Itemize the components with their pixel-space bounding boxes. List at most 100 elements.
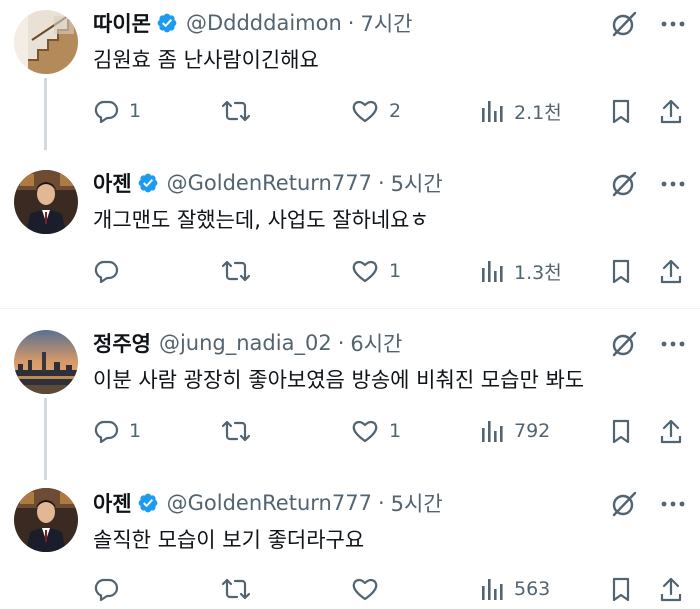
- share-button[interactable]: [659, 258, 683, 284]
- heart-icon: [351, 418, 379, 444]
- user-handle[interactable]: @jung_nadia_02: [159, 331, 332, 355]
- bookmark-button[interactable]: [610, 258, 632, 284]
- tweet[interactable]: 아젠 @GoldenReturn777 · 5시간 솔직한 모습이 보기 좋더라…: [0, 480, 700, 609]
- view-count: 1.3천: [514, 261, 562, 284]
- analytics-icon: [480, 418, 504, 444]
- tweet[interactable]: 아젠 @GoldenReturn777 · 5시간 개그맨도 잘했는데, 사업도…: [0, 160, 700, 308]
- grok-icon[interactable]: [610, 10, 638, 38]
- display-name[interactable]: 아젠: [93, 488, 132, 518]
- views-button[interactable]: 1.3천: [480, 258, 562, 285]
- reply-icon: [93, 258, 119, 284]
- like-button[interactable]: [351, 576, 389, 602]
- tweet-header: 아젠 @GoldenReturn777 · 5시간: [93, 168, 443, 198]
- reply-button[interactable]: [93, 258, 129, 284]
- retweet-icon: [221, 418, 251, 444]
- user-handle[interactable]: @GoldenReturn777: [167, 171, 372, 195]
- share-icon: [659, 576, 683, 602]
- view-count: 2.1천: [514, 101, 562, 124]
- reply-count: 1: [129, 420, 142, 442]
- reply-button[interactable]: 1: [93, 98, 141, 124]
- heart-icon: [351, 576, 379, 602]
- timestamp[interactable]: 7시간: [360, 8, 412, 38]
- verified-badge-icon: [137, 492, 159, 514]
- views-button[interactable]: 563: [480, 576, 550, 602]
- reply-icon: [93, 418, 119, 444]
- view-count: 792: [514, 420, 551, 442]
- bookmark-button[interactable]: [610, 98, 632, 124]
- like-count: 2: [389, 100, 402, 122]
- more-options-icon[interactable]: [660, 20, 686, 28]
- grok-icon[interactable]: [610, 170, 638, 198]
- timestamp[interactable]: 5시간: [391, 168, 443, 198]
- more-options-icon[interactable]: [660, 500, 686, 508]
- bookmark-button[interactable]: [610, 418, 632, 444]
- like-button[interactable]: 1: [351, 418, 401, 444]
- reply-button[interactable]: [93, 576, 129, 602]
- heart-icon: [351, 258, 379, 284]
- reply-button[interactable]: 1: [93, 418, 141, 444]
- timestamp[interactable]: 5시간: [391, 488, 443, 518]
- share-button[interactable]: [659, 576, 683, 602]
- analytics-icon: [480, 258, 504, 284]
- user-handle[interactable]: @GoldenReturn777: [167, 491, 372, 515]
- retweet-icon: [221, 98, 251, 124]
- like-button[interactable]: 2: [351, 98, 401, 124]
- action-bar: 563: [93, 572, 686, 606]
- user-handle[interactable]: @Dddddaimon: [186, 11, 342, 35]
- display-name[interactable]: 아젠: [93, 168, 132, 198]
- tweet-header: 정주영 @jung_nadia_02 · 6시간: [93, 328, 402, 358]
- retweet-button[interactable]: [221, 418, 261, 444]
- retweet-button[interactable]: [221, 98, 261, 124]
- bookmark-icon: [610, 258, 632, 284]
- tweet-text: 솔직한 모습이 보기 좋더라구요: [93, 528, 365, 552]
- grok-icon[interactable]: [610, 330, 638, 358]
- tweet[interactable]: 따이몬 @Dddddaimon · 7시간 김원효 좀 난사람이긴해요 1 2 …: [0, 0, 700, 150]
- retweet-icon: [221, 576, 251, 602]
- grok-icon[interactable]: [610, 490, 638, 518]
- action-bar: 1 1 792: [93, 414, 686, 448]
- share-icon: [659, 258, 683, 284]
- tweet-text: 김원효 좀 난사람이긴해요: [93, 48, 319, 72]
- more-options-icon[interactable]: [660, 340, 686, 348]
- verified-badge-icon: [156, 12, 178, 34]
- like-button[interactable]: 1: [351, 258, 401, 284]
- bookmark-button[interactable]: [610, 576, 632, 602]
- tweet-header: 따이몬 @Dddddaimon · 7시간: [93, 8, 412, 38]
- thread-line: [44, 398, 47, 480]
- thread-line: [44, 78, 47, 150]
- separator-dot: ·: [377, 491, 385, 515]
- verified-badge-icon: [137, 172, 159, 194]
- more-options-icon[interactable]: [660, 180, 686, 188]
- divider: [0, 308, 700, 309]
- action-bar: 1 2 2.1천: [93, 94, 686, 128]
- retweet-button[interactable]: [221, 258, 261, 284]
- separator-dot: ·: [377, 171, 385, 195]
- avatar[interactable]: [14, 10, 78, 74]
- timestamp[interactable]: 6시간: [350, 328, 402, 358]
- share-button[interactable]: [659, 98, 683, 124]
- display-name[interactable]: 정주영: [93, 328, 151, 358]
- tweet-text: 개그맨도 잘했는데, 사업도 잘하네요ㅎ: [93, 208, 429, 232]
- reply-count: 1: [129, 100, 142, 122]
- bookmark-icon: [610, 418, 632, 444]
- share-icon: [659, 418, 683, 444]
- action-bar: 1 1.3천: [93, 254, 686, 288]
- retweet-button[interactable]: [221, 576, 261, 602]
- views-button[interactable]: 792: [480, 418, 550, 444]
- bookmark-icon: [610, 576, 632, 602]
- like-count: 1: [389, 420, 402, 442]
- tweet[interactable]: 정주영 @jung_nadia_02 · 6시간 이분 사람 광장히 좋아보였음…: [0, 320, 700, 480]
- analytics-icon: [480, 576, 504, 602]
- views-button[interactable]: 2.1천: [480, 98, 562, 125]
- share-icon: [659, 98, 683, 124]
- display-name[interactable]: 따이몬: [93, 8, 151, 38]
- share-button[interactable]: [659, 418, 683, 444]
- avatar[interactable]: [14, 488, 78, 552]
- avatar[interactable]: [14, 170, 78, 234]
- like-count: 1: [389, 260, 402, 282]
- avatar[interactable]: [14, 330, 78, 394]
- reply-icon: [93, 576, 119, 602]
- analytics-icon: [480, 98, 504, 124]
- view-count: 563: [514, 578, 551, 600]
- tweet-text: 이분 사람 광장히 좋아보였음 방송에 비춰진 모습만 봐도: [93, 368, 585, 392]
